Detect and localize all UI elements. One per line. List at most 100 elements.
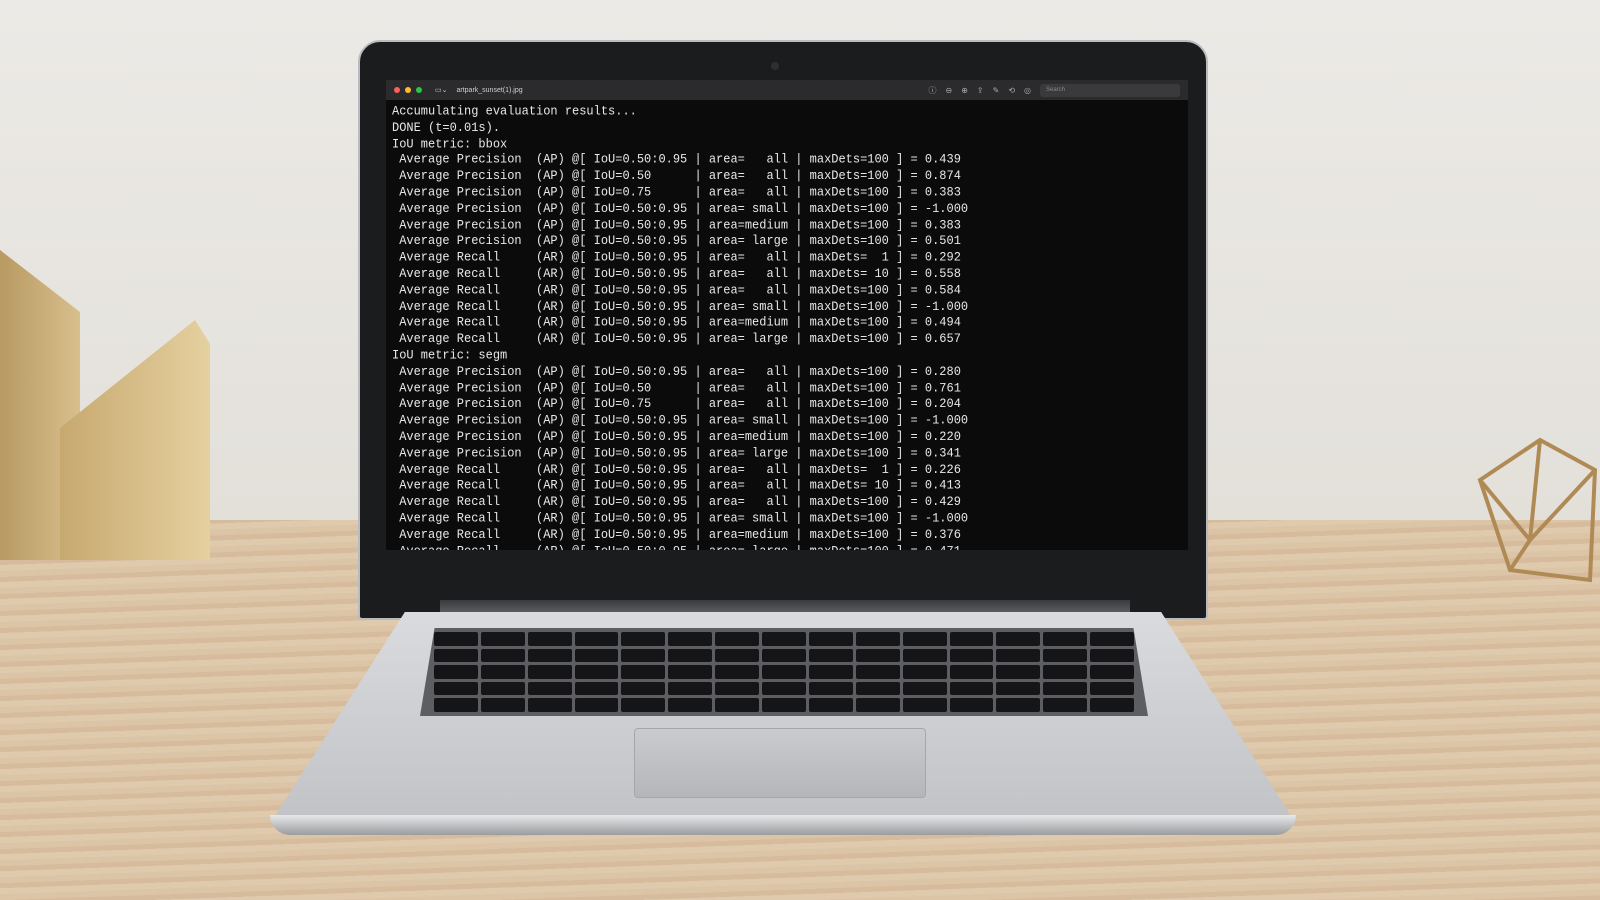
- keyboard-key[interactable]: [949, 648, 994, 663]
- keyboard-key[interactable]: [949, 665, 994, 679]
- keyboard-key[interactable]: [621, 648, 666, 663]
- keyboard-key[interactable]: [1090, 698, 1134, 712]
- keyboard-key[interactable]: [996, 632, 1041, 646]
- keyboard-key[interactable]: [762, 632, 806, 646]
- keyboard-key[interactable]: [996, 698, 1041, 712]
- keyboard-key[interactable]: [480, 648, 525, 663]
- minimize-button[interactable]: [405, 87, 411, 93]
- keyboard-key[interactable]: [527, 632, 572, 646]
- keyboard-key[interactable]: [949, 698, 994, 712]
- keyboard-key[interactable]: [762, 681, 806, 696]
- keyboard-key[interactable]: [855, 648, 900, 663]
- share-icon[interactable]: ⇪: [977, 86, 984, 95]
- keyboard-key[interactable]: [574, 698, 619, 712]
- keyboard-key[interactable]: [902, 648, 947, 663]
- keyboard-key[interactable]: [808, 665, 853, 679]
- keyboard-key[interactable]: [996, 665, 1041, 679]
- keyboard-key[interactable]: [480, 665, 525, 679]
- keyboard-key[interactable]: [855, 698, 900, 712]
- info-icon[interactable]: ⓘ: [929, 85, 937, 96]
- keyboard-key[interactable]: [902, 665, 947, 679]
- terminal-line: Average Recall (AR) @[ IoU=0.50:0.95 | a…: [392, 331, 961, 347]
- terminal-line: Average Recall (AR) @[ IoU=0.50:0.95 | a…: [392, 477, 961, 494]
- keyboard-key[interactable]: [762, 698, 806, 712]
- markup-icon[interactable]: ✎: [993, 86, 1000, 95]
- terminal-line: Average Recall (AR) @[ IoU=0.50:0.95 | a…: [392, 493, 961, 510]
- annotate-icon[interactable]: ◎: [1024, 86, 1031, 95]
- keyboard-key[interactable]: [668, 698, 713, 712]
- keyboard-key[interactable]: [434, 665, 478, 679]
- window-titlebar: ▭⌄ artpark_sunset(1).jpg ⓘ ⊖ ⊕ ⇪ ✎ ⟲ ◎ S…: [386, 80, 1188, 100]
- keyboard-key[interactable]: [1090, 681, 1134, 696]
- keyboard-key[interactable]: [434, 648, 478, 663]
- keyboard-key[interactable]: [902, 632, 947, 646]
- sidebar-toggle-icon[interactable]: ▭⌄: [435, 86, 447, 94]
- keyboard-key[interactable]: [1043, 632, 1088, 646]
- keyboard-key[interactable]: [480, 632, 525, 646]
- keyboard-key[interactable]: [1090, 665, 1134, 679]
- search-input[interactable]: Search: [1040, 83, 1180, 97]
- keyboard-key[interactable]: [996, 648, 1041, 663]
- terminal-line: Accumulating evaluation results...: [392, 103, 637, 119]
- keyboard-key[interactable]: [621, 665, 666, 679]
- keyboard-key[interactable]: [949, 681, 994, 696]
- keyboard[interactable]: [420, 628, 1148, 716]
- keyboard-key[interactable]: [434, 632, 478, 646]
- keyboard-key[interactable]: [1090, 648, 1134, 663]
- keyboard-key[interactable]: [527, 648, 572, 663]
- keyboard-key[interactable]: [668, 632, 713, 646]
- zoom-out-icon[interactable]: ⊖: [946, 86, 953, 95]
- keyboard-key[interactable]: [855, 681, 900, 696]
- keyboard-key[interactable]: [808, 698, 853, 712]
- keyboard-key[interactable]: [1043, 665, 1088, 679]
- keyboard-key[interactable]: [1043, 698, 1088, 712]
- keyboard-key[interactable]: [480, 681, 525, 696]
- keyboard-key[interactable]: [1043, 648, 1088, 663]
- keyboard-key[interactable]: [762, 665, 806, 679]
- terminal-line: Average Recall (AR) @[ IoU=0.50:0.95 | a…: [392, 298, 969, 315]
- terminal-line: Average Recall (AR) @[ IoU=0.50:0.95 | a…: [392, 461, 961, 477]
- zoom-button[interactable]: [416, 87, 422, 93]
- keyboard-key[interactable]: [762, 648, 806, 663]
- keyboard-key[interactable]: [1090, 632, 1134, 646]
- keyboard-key[interactable]: [668, 681, 713, 696]
- keyboard-key[interactable]: [855, 665, 900, 679]
- keyboard-key[interactable]: [715, 632, 760, 646]
- keyboard-key[interactable]: [996, 681, 1041, 696]
- keyboard-key[interactable]: [902, 698, 947, 712]
- keyboard-key[interactable]: [715, 698, 760, 712]
- keyboard-key[interactable]: [715, 665, 760, 679]
- keyboard-key[interactable]: [574, 681, 619, 696]
- keyboard-key[interactable]: [434, 681, 478, 696]
- keyboard-key[interactable]: [527, 698, 572, 712]
- trackpad[interactable]: [634, 728, 926, 798]
- keyboard-key[interactable]: [621, 698, 666, 712]
- keyboard-key[interactable]: [434, 698, 478, 712]
- keyboard-key[interactable]: [808, 632, 853, 646]
- keyboard-key[interactable]: [621, 681, 666, 696]
- terminal-line: Average Precision (AP) @[ IoU=0.50:0.95 …: [392, 217, 961, 233]
- zoom-in-icon[interactable]: ⊕: [961, 86, 968, 95]
- keyboard-key[interactable]: [574, 632, 619, 646]
- keyboard-key[interactable]: [668, 665, 713, 679]
- keyboard-key[interactable]: [527, 665, 572, 679]
- keyboard-key[interactable]: [527, 681, 572, 696]
- laptop-screen: ▭⌄ artpark_sunset(1).jpg ⓘ ⊖ ⊕ ⇪ ✎ ⟲ ◎ S…: [386, 80, 1188, 550]
- window-title: artpark_sunset(1).jpg: [456, 86, 523, 94]
- keyboard-key[interactable]: [949, 632, 994, 646]
- terminal-line: Average Precision (AP) @[ IoU=0.50 | are…: [392, 168, 961, 184]
- keyboard-key[interactable]: [668, 648, 713, 663]
- keyboard-key[interactable]: [715, 681, 760, 696]
- keyboard-key[interactable]: [715, 648, 760, 663]
- close-button[interactable]: [394, 87, 400, 93]
- keyboard-key[interactable]: [1043, 681, 1088, 696]
- rotate-icon[interactable]: ⟲: [1008, 86, 1015, 95]
- keyboard-key[interactable]: [574, 648, 619, 663]
- keyboard-key[interactable]: [574, 665, 619, 679]
- keyboard-key[interactable]: [480, 698, 525, 712]
- keyboard-key[interactable]: [855, 632, 900, 646]
- keyboard-key[interactable]: [621, 632, 666, 646]
- keyboard-key[interactable]: [808, 648, 853, 663]
- keyboard-key[interactable]: [902, 681, 947, 696]
- keyboard-key[interactable]: [808, 681, 853, 696]
